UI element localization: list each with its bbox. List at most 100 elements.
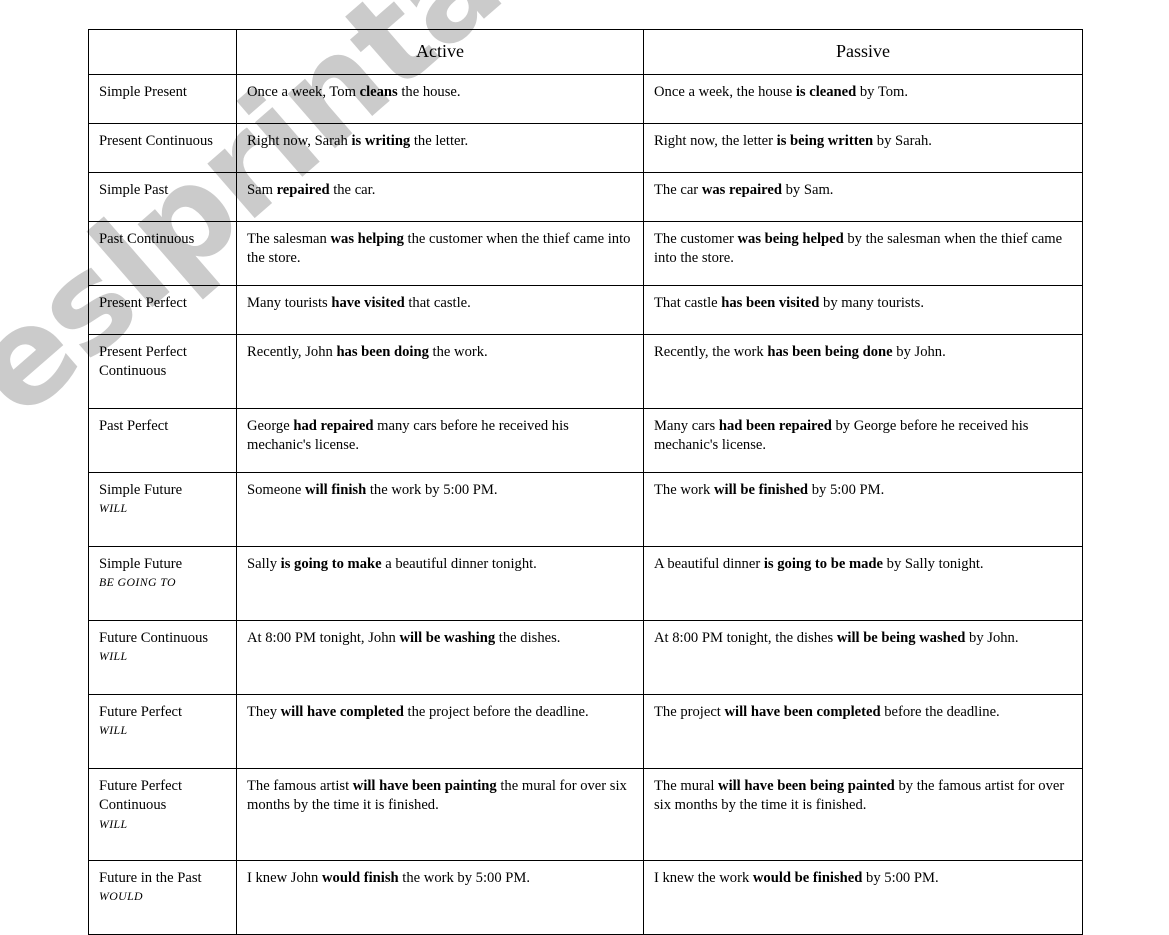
tense-cell: Simple Present	[88, 74, 237, 124]
active-sentence-cell-verb: repaired	[276, 182, 330, 198]
passive-sentence-cell-verb: has been visited	[721, 295, 820, 311]
passive-sentence-cell-verb: had been repaired	[718, 418, 832, 434]
table-row: Future Continuous WILL At 8:00 PM tonight,…	[88, 620, 1083, 695]
passive-sentence-cell: The customer was being helped by the sal…	[643, 221, 1083, 286]
table-row: Future Perfect Continuous WILL The famous …	[88, 768, 1083, 861]
passive-sentence-cell: The project will have been completed bef…	[643, 694, 1083, 769]
active-sentence-cell-verb: have visited	[331, 295, 405, 311]
tense-label: Present Continuous	[99, 133, 213, 149]
active-sentence-cell: At 8:00 PM tonight, John will be washing…	[236, 620, 644, 695]
active-sentence-cell-verb: will finish	[304, 482, 367, 498]
tense-modal-label: WILL	[99, 501, 128, 516]
tense-label: Present Perfect Continuous	[99, 344, 187, 380]
table-row: Past Continuous The salesman was helping …	[88, 221, 1083, 286]
tense-modal-label: WILL	[99, 649, 128, 664]
tense-cell: Future Perfect Continuous WILL	[88, 768, 237, 861]
active-sentence-cell: Sam repaired the car.	[236, 172, 644, 222]
tense-label: Simple Future	[99, 556, 183, 572]
passive-sentence-cell: I knew the work would be finished by 5:0…	[643, 860, 1083, 935]
table-row: Simple Present Once a week, Tom cleans th…	[88, 74, 1083, 124]
active-sentence-cell-verb: had repaired	[293, 418, 374, 434]
active-sentence-cell: George had repaired many cars before he …	[236, 408, 644, 473]
passive-sentence-cell-verb: will be finished	[713, 482, 809, 498]
passive-sentence-cell: The work will be finished by 5:00 PM.	[643, 472, 1083, 547]
active-sentence-cell-verb: will have been painting	[352, 778, 497, 794]
active-sentence-cell: Once a week, Tom cleans the house.	[236, 74, 644, 124]
table-row: Present Perfect Continuous Recently, John…	[88, 334, 1083, 409]
passive-sentence-cell: Once a week, the house is cleaned by Tom…	[643, 74, 1083, 124]
active-sentence-cell-verb: is going to make	[280, 556, 382, 572]
active-sentence-cell: Right now, Sarah is writing the letter.	[236, 123, 644, 173]
tense-cell: Past Continuous	[88, 221, 237, 286]
active-sentence-cell-verb: will have completed	[280, 704, 404, 720]
passive-sentence-cell-verb: is going to be made	[763, 556, 884, 572]
passive-sentence-cell: A beautiful dinner is going to be made b…	[643, 546, 1083, 621]
tense-label: Past Perfect	[99, 418, 169, 434]
active-sentence-cell-verb: will be washing	[399, 630, 496, 646]
passive-sentence-cell-verb: is cleaned	[795, 84, 857, 100]
passive-sentence-cell-verb: will have been completed	[724, 704, 881, 720]
table-row: Simple Future WILL Someone will finish the…	[88, 472, 1083, 547]
table-row: Present Continuous Right now, Sarah is wr…	[88, 123, 1083, 173]
tense-modal-label: WILL	[99, 723, 128, 738]
active-sentence-cell-verb: has been doing	[336, 344, 429, 360]
tense-label: Simple Present	[99, 84, 187, 100]
table-row: Past Perfect George had repaired many car…	[88, 408, 1083, 473]
passive-sentence-cell-verb: will be being washed	[836, 630, 966, 646]
active-sentence-cell: Recently, John has been doing the work.	[236, 334, 644, 409]
table-row: Present Perfect Many tourists have visite…	[88, 285, 1083, 335]
passive-sentence-cell-verb: was being helped	[737, 231, 844, 247]
tense-cell: Present Continuous	[88, 123, 237, 173]
tense-cell: Present Perfect	[88, 285, 237, 335]
passive-sentence-cell: Many cars had been repaired by George be…	[643, 408, 1083, 473]
passive-sentence-cell-verb: would be finished	[752, 870, 863, 886]
active-sentence-cell: Sally is going to make a beautiful dinne…	[236, 546, 644, 621]
table-header: Active Passive	[88, 29, 1083, 75]
tense-modal-label: WILL	[99, 816, 128, 831]
passive-sentence-cell: The car was repaired by Sam.	[643, 172, 1083, 222]
tense-cell: Past Perfect	[88, 408, 237, 473]
passive-sentence-cell: Recently, the work has been being done b…	[643, 334, 1083, 409]
table-row: Simple Future BE GOING TO Sally is going t…	[88, 546, 1083, 621]
passive-sentence-cell: At 8:00 PM tonight, the dishes will be b…	[643, 620, 1083, 695]
active-sentence-cell-verb: is writing	[351, 133, 411, 149]
table-row: Future Perfect WILL They will have complet…	[88, 694, 1083, 769]
tense-cell: Future in the Past WOULD	[88, 860, 237, 935]
active-sentence-cell-verb: cleans	[359, 84, 398, 100]
tense-label: Future in the Past	[99, 870, 202, 886]
tense-cell: Simple Future BE GOING TO	[88, 546, 237, 621]
table-row: Simple Past Sam repaired the car. The car …	[88, 172, 1083, 222]
active-sentence-cell-verb: would finish	[322, 870, 399, 886]
passive-sentence-cell: Right now, the letter is being written b…	[643, 123, 1083, 173]
tense-label: Past Continuous	[99, 231, 195, 247]
tense-label: Present Perfect	[99, 295, 187, 311]
passive-sentence-cell: The mural will have been being painted b…	[643, 768, 1083, 861]
tense-cell: Simple Future WILL	[88, 472, 237, 547]
tense-label: Simple Future	[99, 482, 183, 498]
passive-sentence-cell-verb: will have been being painted	[718, 778, 895, 794]
table-body: Simple Present Once a week, Tom cleans th…	[88, 74, 1083, 935]
active-sentence-cell: I knew John would finish the work by 5:0…	[236, 860, 644, 935]
header-corner-blank	[88, 29, 237, 75]
tense-modal-label: BE GOING TO	[99, 575, 176, 590]
tense-label: Future Perfect	[99, 704, 183, 720]
active-sentence-cell: Someone will finish the work by 5:00 PM.	[236, 472, 644, 547]
passive-sentence-cell-verb: is being written	[776, 133, 874, 149]
active-sentence-cell: Many tourists have visited that castle.	[236, 285, 644, 335]
tense-modal-label: WOULD	[99, 889, 143, 904]
tense-label: Simple Past	[99, 182, 169, 198]
tense-label: Future Continuous	[99, 630, 209, 646]
passive-sentence-cell-verb: was repaired	[701, 182, 782, 198]
tense-cell: Simple Past	[88, 172, 237, 222]
active-sentence-cell-verb: was helping	[330, 231, 404, 247]
tense-cell: Present Perfect Continuous	[88, 334, 237, 409]
active-passive-voice-table: Active Passive Simple Present Once a week…	[88, 29, 1083, 935]
active-sentence-cell: They will have completed the project bef…	[236, 694, 644, 769]
table-row: Future in the Past WOULD I knew John would…	[88, 860, 1083, 935]
header-active: Active	[236, 29, 644, 75]
active-sentence-cell: The salesman was helping the customer wh…	[236, 221, 644, 286]
tense-label: Future Perfect Continuous	[99, 778, 183, 814]
tense-cell: Future Continuous WILL	[88, 620, 237, 695]
passive-sentence-cell: That castle has been visited by many tou…	[643, 285, 1083, 335]
active-sentence-cell: The famous artist will have been paintin…	[236, 768, 644, 861]
